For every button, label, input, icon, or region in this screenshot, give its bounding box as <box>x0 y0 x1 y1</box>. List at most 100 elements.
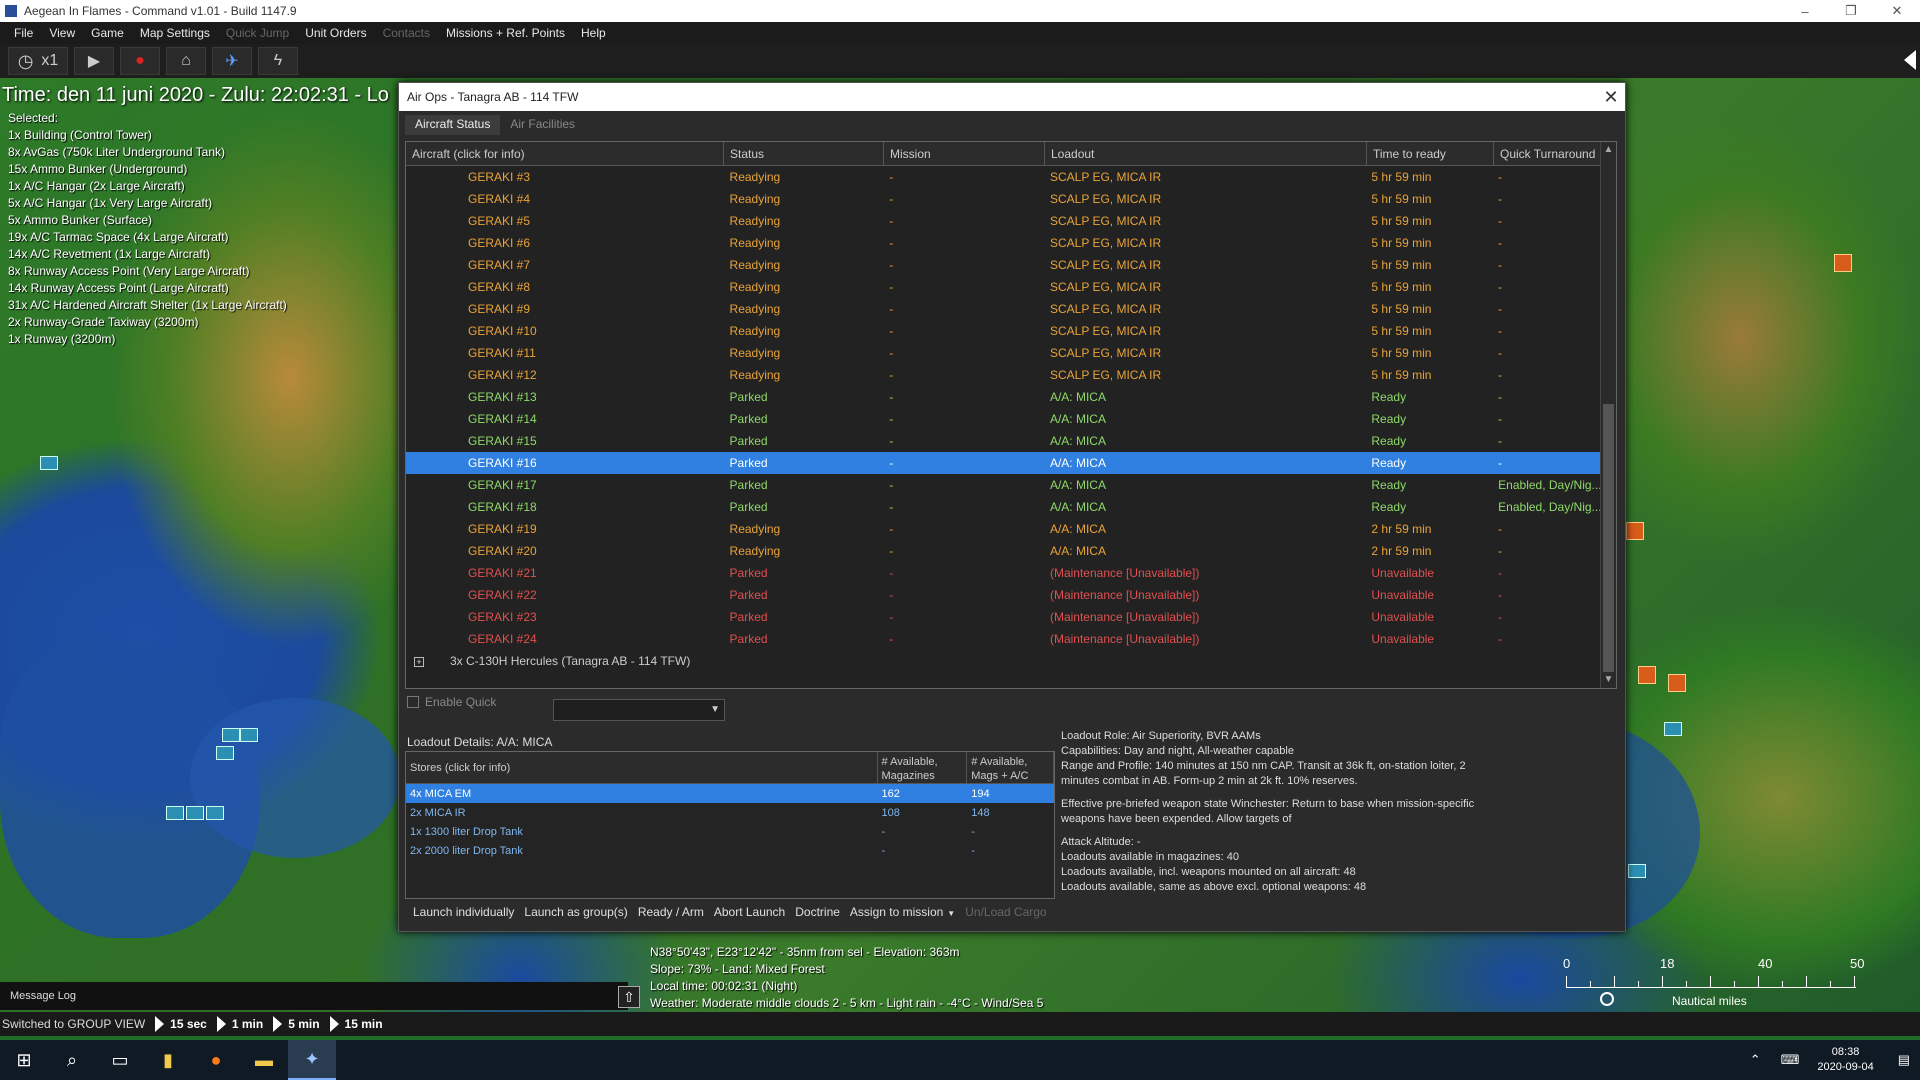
aircraft-row[interactable]: GERAKI #3 Readying - SCALP EG, MICA IR 5 hr … <box>406 166 1600 188</box>
menu-unit-orders[interactable]: Unit Orders <box>297 26 374 40</box>
col-mission[interactable]: Mission <box>884 142 1045 165</box>
aircraft-button[interactable]: ✈ <box>212 47 252 75</box>
hostile-facility-icon[interactable] <box>1834 254 1852 272</box>
expand-message-log-button[interactable]: ⇧ <box>618 986 640 1008</box>
quick-action-button[interactable]: ϟ <box>258 47 298 75</box>
ready-arm-button[interactable]: Ready / Arm <box>638 905 704 919</box>
taskbar-clock[interactable]: 08:38 2020-09-04 <box>1817 1045 1873 1075</box>
aircraft-row[interactable]: GERAKI #4 Readying - SCALP EG, MICA IR 5 hr … <box>406 188 1600 210</box>
contact-icon[interactable] <box>1628 864 1646 878</box>
menu-missions-ref-points[interactable]: Missions + Ref. Points <box>438 26 573 40</box>
windows-start-icon[interactable]: ⊞ <box>0 1040 48 1080</box>
scroll-thumb[interactable] <box>1603 404 1614 672</box>
aircraft-row[interactable]: GERAKI #5 Readying - SCALP EG, MICA IR 5 hr … <box>406 210 1600 232</box>
aircraft-row[interactable]: GERAKI #18 Parked - A/A: MICA Ready Enabled, … <box>406 496 1600 518</box>
range-ring-icon[interactable] <box>1600 992 1614 1006</box>
play-button[interactable]: ▶ <box>74 47 114 75</box>
launch-individually-button[interactable]: Launch individually <box>413 905 514 919</box>
col-stores[interactable]: Stores (click for info) <box>406 752 878 783</box>
abort-launch-button[interactable]: Abort Launch <box>714 905 785 919</box>
contact-icon[interactable] <box>1664 722 1682 736</box>
airbase-icon[interactable] <box>240 728 258 742</box>
store-row[interactable]: 4x MICA EM 162 194 <box>406 784 1054 803</box>
aircraft-row[interactable]: GERAKI #7 Readying - SCALP EG, MICA IR 5 hr … <box>406 254 1600 276</box>
grid-scrollbar[interactable]: ▲ ▼ <box>1600 142 1616 688</box>
store-row[interactable]: 2x 2000 liter Drop Tank - - <box>406 841 1054 860</box>
aircraft-group-row[interactable]: +3x C-130H Hercules (Tanagra AB - 114 TF… <box>406 650 1600 672</box>
minimize-button[interactable]: – <box>1782 4 1828 19</box>
file-explorer-icon[interactable]: ▬ <box>240 1040 288 1080</box>
notes-app-icon[interactable]: ▮ <box>144 1040 192 1080</box>
assign-to-mission-button[interactable]: Assign to mission ▼ <box>850 905 955 919</box>
airbase-icon[interactable] <box>186 806 204 820</box>
aircraft-row[interactable]: GERAKI #15 Parked - A/A: MICA Ready - <box>406 430 1600 452</box>
aircraft-row[interactable]: GERAKI #24 Parked - (Maintenance [Unavailab… <box>406 628 1600 650</box>
firefox-icon[interactable]: ● <box>192 1040 240 1080</box>
aircraft-row[interactable]: GERAKI #11 Readying - SCALP EG, MICA IR 5 hr… <box>406 342 1600 364</box>
notification-icon[interactable]: ▤ <box>1898 1052 1910 1068</box>
scroll-down-icon[interactable]: ▼ <box>1601 672 1616 688</box>
tab-aircraft-status[interactable]: Aircraft Status <box>405 115 501 135</box>
menu-game[interactable]: Game <box>83 26 132 40</box>
menu-map-settings[interactable]: Map Settings <box>132 26 218 40</box>
close-window-button[interactable]: ✕ <box>1874 3 1920 19</box>
airbase-icon[interactable] <box>166 806 184 820</box>
aircraft-row[interactable]: GERAKI #12 Readying - SCALP EG, MICA IR 5 hr… <box>406 364 1600 386</box>
aircraft-row[interactable]: GERAKI #23 Parked - (Maintenance [Unavailab… <box>406 606 1600 628</box>
keyboard-icon[interactable]: ⌨ <box>1781 1052 1800 1068</box>
speed-15sec[interactable]: 15 sec <box>170 1017 207 1031</box>
aircraft-row[interactable]: GERAKI #20 Readying - A/A: MICA 2 hr 59 min - <box>406 540 1600 562</box>
aircraft-row[interactable]: GERAKI #19 Readying - A/A: MICA 2 hr 59 min - <box>406 518 1600 540</box>
col-available-mags-ac[interactable]: # Available, Mags + A/C <box>967 752 1054 783</box>
aircraft-row[interactable]: GERAKI #21 Parked - (Maintenance [Unavailab… <box>406 562 1600 584</box>
menu-view[interactable]: View <box>41 26 83 40</box>
hostile-facility-icon[interactable] <box>1668 674 1686 692</box>
chevron-up-icon[interactable]: ⌃ <box>1750 1052 1761 1068</box>
time-compression-button[interactable]: ◷ x1 <box>8 47 68 75</box>
aircraft-row[interactable]: GERAKI #22 Parked - (Maintenance [Unavailab… <box>406 584 1600 606</box>
speed-1min[interactable]: 1 min <box>232 1017 263 1031</box>
store-row[interactable]: 2x MICA IR 108 148 <box>406 803 1054 822</box>
record-button[interactable]: ● <box>120 47 160 75</box>
aircraft-row[interactable]: GERAKI #8 Readying - SCALP EG, MICA IR 5 hr … <box>406 276 1600 298</box>
message-log-panel[interactable]: Message Log <box>0 982 628 1010</box>
aircraft-row[interactable]: GERAKI #9 Readying - SCALP EG, MICA IR 5 hr … <box>406 298 1600 320</box>
enable-quick-checkbox[interactable] <box>407 696 419 708</box>
store-row[interactable]: 1x 1300 liter Drop Tank - - <box>406 822 1054 841</box>
speed-5min[interactable]: 5 min <box>288 1017 319 1031</box>
task-view-icon[interactable]: ▭ <box>96 1040 144 1080</box>
speed-15min[interactable]: 15 min <box>345 1017 383 1031</box>
hostile-facility-icon[interactable] <box>1638 666 1656 684</box>
airbase-icon[interactable] <box>206 806 224 820</box>
menu-help[interactable]: Help <box>573 26 614 40</box>
col-status[interactable]: Status <box>724 142 884 165</box>
col-available-magazines[interactable]: # Available, Magazines <box>878 752 968 783</box>
dialog-close-button[interactable]: ✕ <box>1597 83 1625 111</box>
airbase-icon[interactable] <box>216 746 234 760</box>
launch-as-group-s-button[interactable]: Launch as group(s) <box>524 905 627 919</box>
command-app-icon[interactable]: ✦ <box>288 1040 336 1080</box>
aircraft-row[interactable]: GERAKI #14 Parked - A/A: MICA Ready - <box>406 408 1600 430</box>
airbase-button[interactable]: ⌂ <box>166 47 206 75</box>
facility-icon[interactable] <box>40 456 58 470</box>
search-icon[interactable]: ⌕ <box>48 1040 96 1080</box>
menu-file[interactable]: File <box>6 26 41 40</box>
expand-icon[interactable]: + <box>414 657 424 667</box>
scroll-up-icon[interactable]: ▲ <box>1601 142 1616 158</box>
aircraft-row[interactable]: GERAKI #13 Parked - A/A: MICA Ready - <box>406 386 1600 408</box>
hostile-facility-icon[interactable] <box>1626 522 1644 540</box>
collapse-panel-icon[interactable] <box>1904 50 1916 70</box>
aircraft-row[interactable]: GERAKI #6 Readying - SCALP EG, MICA IR 5 hr … <box>406 232 1600 254</box>
maximize-button[interactable]: ❐ <box>1828 3 1874 19</box>
col-time-to-ready[interactable]: Time to ready <box>1367 142 1494 165</box>
quick-turnaround-select[interactable]: ▼ <box>553 699 725 721</box>
aircraft-row[interactable]: GERAKI #10 Readying - SCALP EG, MICA IR 5 hr… <box>406 320 1600 342</box>
airbase-icon[interactable] <box>222 728 240 742</box>
tab-air-facilities[interactable]: Air Facilities <box>500 115 585 135</box>
col-loadout[interactable]: Loadout <box>1045 142 1367 165</box>
aircraft-row[interactable]: GERAKI #16 Parked - A/A: MICA Ready - <box>406 452 1600 474</box>
aircraft-row[interactable]: GERAKI #17 Parked - A/A: MICA Ready Enabled, … <box>406 474 1600 496</box>
col-quick-turnaround[interactable]: Quick Turnaround <box>1494 142 1602 165</box>
doctrine-button[interactable]: Doctrine <box>795 905 840 919</box>
col-aircraft[interactable]: Aircraft (click for info) <box>406 142 724 165</box>
